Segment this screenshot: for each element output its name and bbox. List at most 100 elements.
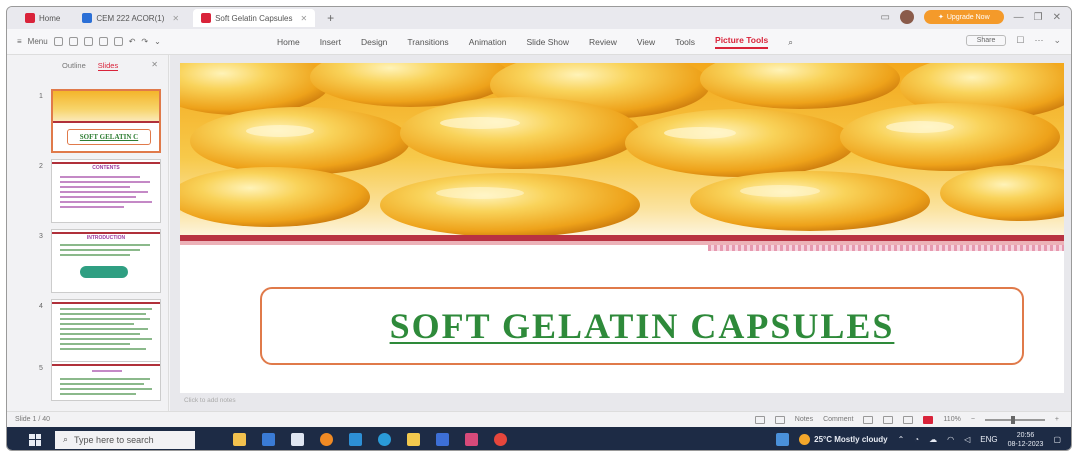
ribbon-tab-picture-tools[interactable]: Picture Tools	[715, 35, 769, 49]
windows-start-icon[interactable]	[29, 433, 41, 446]
layout-icon[interactable]: ▭	[881, 12, 890, 23]
fit-icon[interactable]	[754, 415, 765, 424]
store-icon[interactable]	[436, 433, 449, 446]
tab-document-label: CEM 222 ACOR(1)	[96, 13, 165, 23]
slide-number: 1	[39, 93, 43, 100]
zoom-slider[interactable]	[984, 415, 1045, 424]
close-tab-icon[interactable]: ✕	[300, 14, 307, 23]
more-icon[interactable]: ⋯	[1034, 35, 1043, 46]
cloud-icon[interactable]: ☁	[929, 435, 937, 444]
comment-icon[interactable]: ☐	[1016, 35, 1024, 46]
text-line	[60, 201, 152, 203]
normal-view-icon[interactable]	[863, 415, 874, 424]
avatar[interactable]	[899, 10, 914, 24]
ribbon-tab-review[interactable]: Review	[589, 37, 617, 47]
edge-icon[interactable]	[378, 433, 391, 446]
upgrade-button[interactable]: ✦ Upgrade Now	[923, 10, 1004, 24]
text-line	[60, 323, 134, 325]
tab-document[interactable]: CEM 222 ACOR(1) ✕	[74, 9, 187, 27]
clock[interactable]: 20:56 08-12-2023	[1008, 431, 1044, 449]
taskbar-search[interactable]: ⌕ Type here to search	[55, 430, 195, 449]
titlebar-right: ▭ ✦ Upgrade Now — ❐ ✕	[881, 10, 1061, 24]
system-tray: 25°C Mostly cloudy ⌃ ◔ ☁ ◠ ◁ ENG 20:56 0…	[776, 431, 1061, 449]
preview-icon[interactable]	[98, 37, 108, 46]
protect-icon[interactable]	[774, 415, 785, 424]
hamburger-icon[interactable]: ≡	[17, 37, 22, 46]
zoom-in-icon[interactable]: +	[1055, 416, 1059, 423]
close-tab-icon[interactable]: ✕	[172, 14, 179, 23]
outline-tab[interactable]: Outline	[62, 61, 86, 71]
app-icon[interactable]	[776, 433, 790, 446]
time: 20:56	[1016, 431, 1035, 439]
close-panel-icon[interactable]: ✕	[151, 60, 158, 69]
print-icon[interactable]	[83, 37, 93, 46]
slide-thumbnail-1[interactable]: SOFT GELATIN C	[51, 89, 161, 153]
notifications-icon[interactable]: ▢	[1053, 435, 1061, 444]
ribbon-tab-transitions[interactable]: Transitions	[407, 37, 448, 47]
task-view-icon[interactable]	[291, 433, 304, 446]
collapse-ribbon-icon[interactable]: ⌄	[1053, 35, 1061, 46]
ribbon-tab-slide-show[interactable]: Slide Show	[527, 37, 570, 47]
tab-presentation[interactable]: Soft Gelatin Capsules ✕	[193, 9, 316, 27]
maximize-icon[interactable]: ❐	[1034, 12, 1043, 23]
zoom-level[interactable]: 110%	[943, 416, 960, 423]
ribbon-tab-home[interactable]: Home	[277, 37, 300, 47]
volume-icon[interactable]: ◁	[964, 435, 970, 444]
share-button[interactable]: Share	[965, 35, 1007, 46]
save-icon[interactable]	[68, 37, 78, 46]
language-indicator[interactable]: ENG	[980, 435, 997, 444]
chrome-icon[interactable]	[494, 433, 507, 446]
menu-button[interactable]: Menu	[28, 37, 48, 46]
thumbnail-title: CONTENTS	[92, 165, 120, 171]
slide-sorter-icon[interactable]	[883, 415, 894, 424]
capsules-image[interactable]	[180, 63, 1064, 235]
chevron-up-icon[interactable]: ⌃	[898, 435, 905, 444]
ribbon-tab-tools[interactable]: Tools	[675, 37, 695, 47]
slide-counter: Slide 1 / 40	[15, 416, 51, 423]
close-window-icon[interactable]: ✕	[1053, 12, 1061, 23]
menu-right: Share ☐ ⋯ ⌄	[965, 35, 1061, 46]
new-tab-button[interactable]: +	[321, 11, 340, 25]
slide-thumbnail-3[interactable]: INTRODUCTION	[51, 229, 161, 293]
slide-thumbnail-5[interactable]	[51, 361, 161, 401]
ribbon-tab-insert[interactable]: Insert	[320, 37, 341, 47]
slides-tab[interactable]: Slides	[97, 61, 119, 71]
slide-thumbnail-4[interactable]	[51, 299, 161, 363]
current-slide[interactable]: SOFT GELATIN CAPSULES	[180, 63, 1064, 393]
redo-icon[interactable]: ↷	[141, 37, 148, 46]
thumbnail-title: SOFT GELATIN C	[67, 129, 151, 145]
text-line	[60, 388, 152, 390]
widgets-icon[interactable]	[233, 433, 246, 446]
status-right: Notes Comment 110% − +	[754, 415, 1059, 424]
wifi-icon[interactable]: ◠	[947, 435, 954, 444]
undo-icon[interactable]: ↶	[129, 37, 136, 46]
reading-view-icon[interactable]	[903, 415, 914, 424]
ribbon-tab-animation[interactable]: Animation	[469, 37, 507, 47]
wps-icon[interactable]	[465, 433, 478, 446]
zoom-out-icon[interactable]: −	[971, 416, 975, 423]
mail-icon[interactable]	[349, 433, 362, 446]
notes-button[interactable]: Notes	[795, 416, 813, 423]
text-line	[60, 393, 136, 395]
text-line	[60, 191, 148, 193]
network-icon[interactable]: ◔	[914, 435, 919, 444]
minimize-icon[interactable]: —	[1014, 12, 1024, 23]
chevron-down-icon[interactable]: ⌄	[154, 37, 161, 46]
search-placeholder: Type here to search	[74, 434, 154, 445]
thumbnail-title: INTRODUCTION	[86, 235, 126, 241]
open-icon[interactable]	[53, 37, 63, 46]
notes-placeholder[interactable]: Click to add notes	[184, 397, 236, 404]
weather-widget[interactable]: 25°C Mostly cloudy	[799, 434, 888, 445]
ribbon-tab-design[interactable]: Design	[361, 37, 387, 47]
slide-thumbnail-2[interactable]: CONTENTS	[51, 159, 161, 223]
play-slideshow-icon[interactable]	[923, 415, 934, 424]
app-icon[interactable]	[320, 433, 333, 446]
search-icon[interactable]: ⌕	[788, 37, 793, 48]
ribbon-tab-view[interactable]: View	[637, 37, 655, 47]
file-explorer-icon[interactable]	[407, 433, 420, 446]
title-textbox[interactable]: SOFT GELATIN CAPSULES	[260, 287, 1024, 365]
file-icon[interactable]	[262, 433, 275, 446]
export-icon[interactable]	[113, 37, 123, 46]
tab-home[interactable]: Home	[17, 9, 68, 27]
comment-button[interactable]: Comment	[823, 416, 853, 423]
